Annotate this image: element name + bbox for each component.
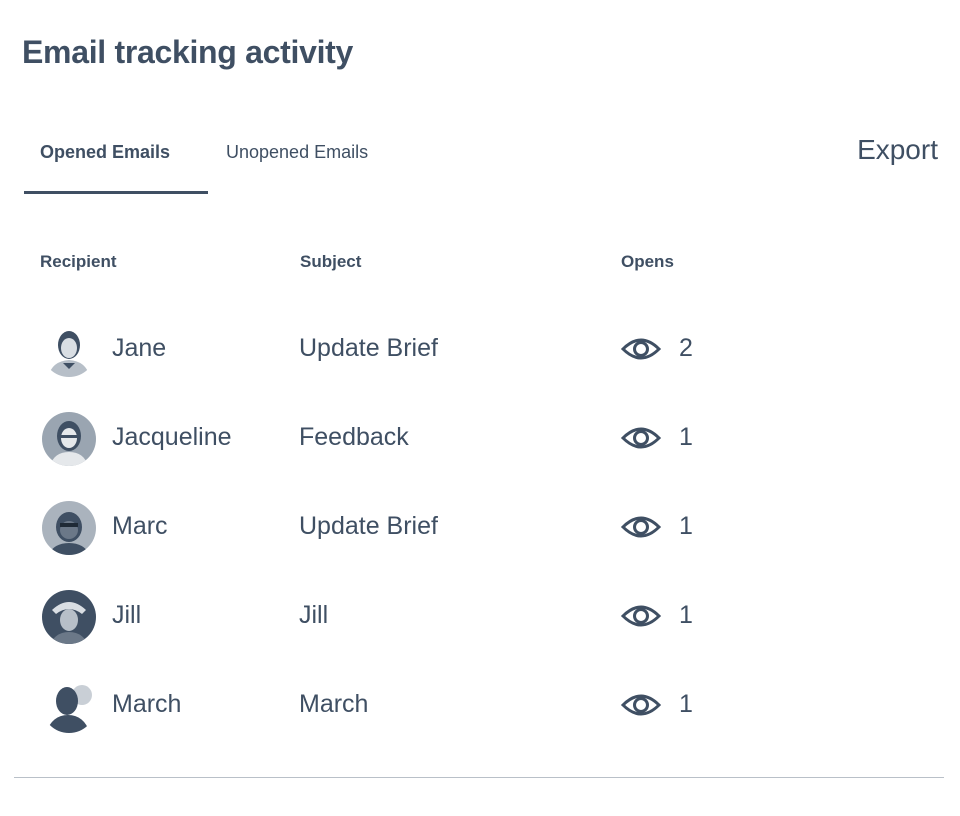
page-title: Email tracking activity: [22, 34, 354, 70]
table-row[interactable]: Jane Update Brief 2: [0, 306, 960, 395]
recipient-name: March: [112, 690, 182, 718]
table-row[interactable]: Marc Update Brief 1: [0, 484, 960, 573]
open-count: 1: [679, 690, 693, 718]
table-body: Jane Update Brief 2 Jacqueline Feedback: [0, 306, 960, 751]
avatar: [42, 323, 96, 377]
column-header-subject: Subject: [300, 252, 362, 271]
recipient-name: Jane: [112, 334, 167, 362]
active-tab-indicator: [24, 191, 208, 194]
table-row[interactable]: Jacqueline Feedback 1: [0, 395, 960, 484]
open-count: 1: [679, 423, 693, 451]
column-header-opens: Opens: [621, 252, 674, 271]
email-subject: Feedback: [299, 423, 409, 451]
eye-icon: [621, 516, 661, 538]
recipient-name: Jacqueline: [112, 423, 232, 451]
recipient-name: Marc: [112, 512, 168, 540]
divider: [14, 777, 944, 778]
email-subject: Jill: [299, 601, 329, 629]
eye-icon: [621, 338, 661, 360]
tab-opened-emails[interactable]: Opened Emails: [40, 142, 170, 163]
tab-unopened-emails[interactable]: Unopened Emails: [226, 142, 368, 163]
table-row[interactable]: March March 1: [0, 662, 960, 751]
avatar: [42, 412, 96, 466]
email-subject: March: [299, 690, 369, 718]
avatar: [42, 590, 96, 644]
email-subject: Update Brief: [299, 334, 438, 362]
column-header-recipient: Recipient: [40, 252, 117, 271]
avatar: [42, 679, 96, 733]
eye-icon: [621, 427, 661, 449]
table-row[interactable]: Jill Jill 1: [0, 573, 960, 662]
open-count: 1: [679, 601, 693, 629]
avatar: [42, 501, 96, 555]
open-count: 2: [679, 334, 693, 362]
tab-bar: Opened Emails Unopened Emails: [24, 130, 424, 196]
export-button[interactable]: Export: [857, 134, 938, 166]
eye-icon: [621, 605, 661, 627]
eye-icon: [621, 694, 661, 716]
recipient-name: Jill: [112, 601, 142, 629]
email-subject: Update Brief: [299, 512, 438, 540]
open-count: 1: [679, 512, 693, 540]
